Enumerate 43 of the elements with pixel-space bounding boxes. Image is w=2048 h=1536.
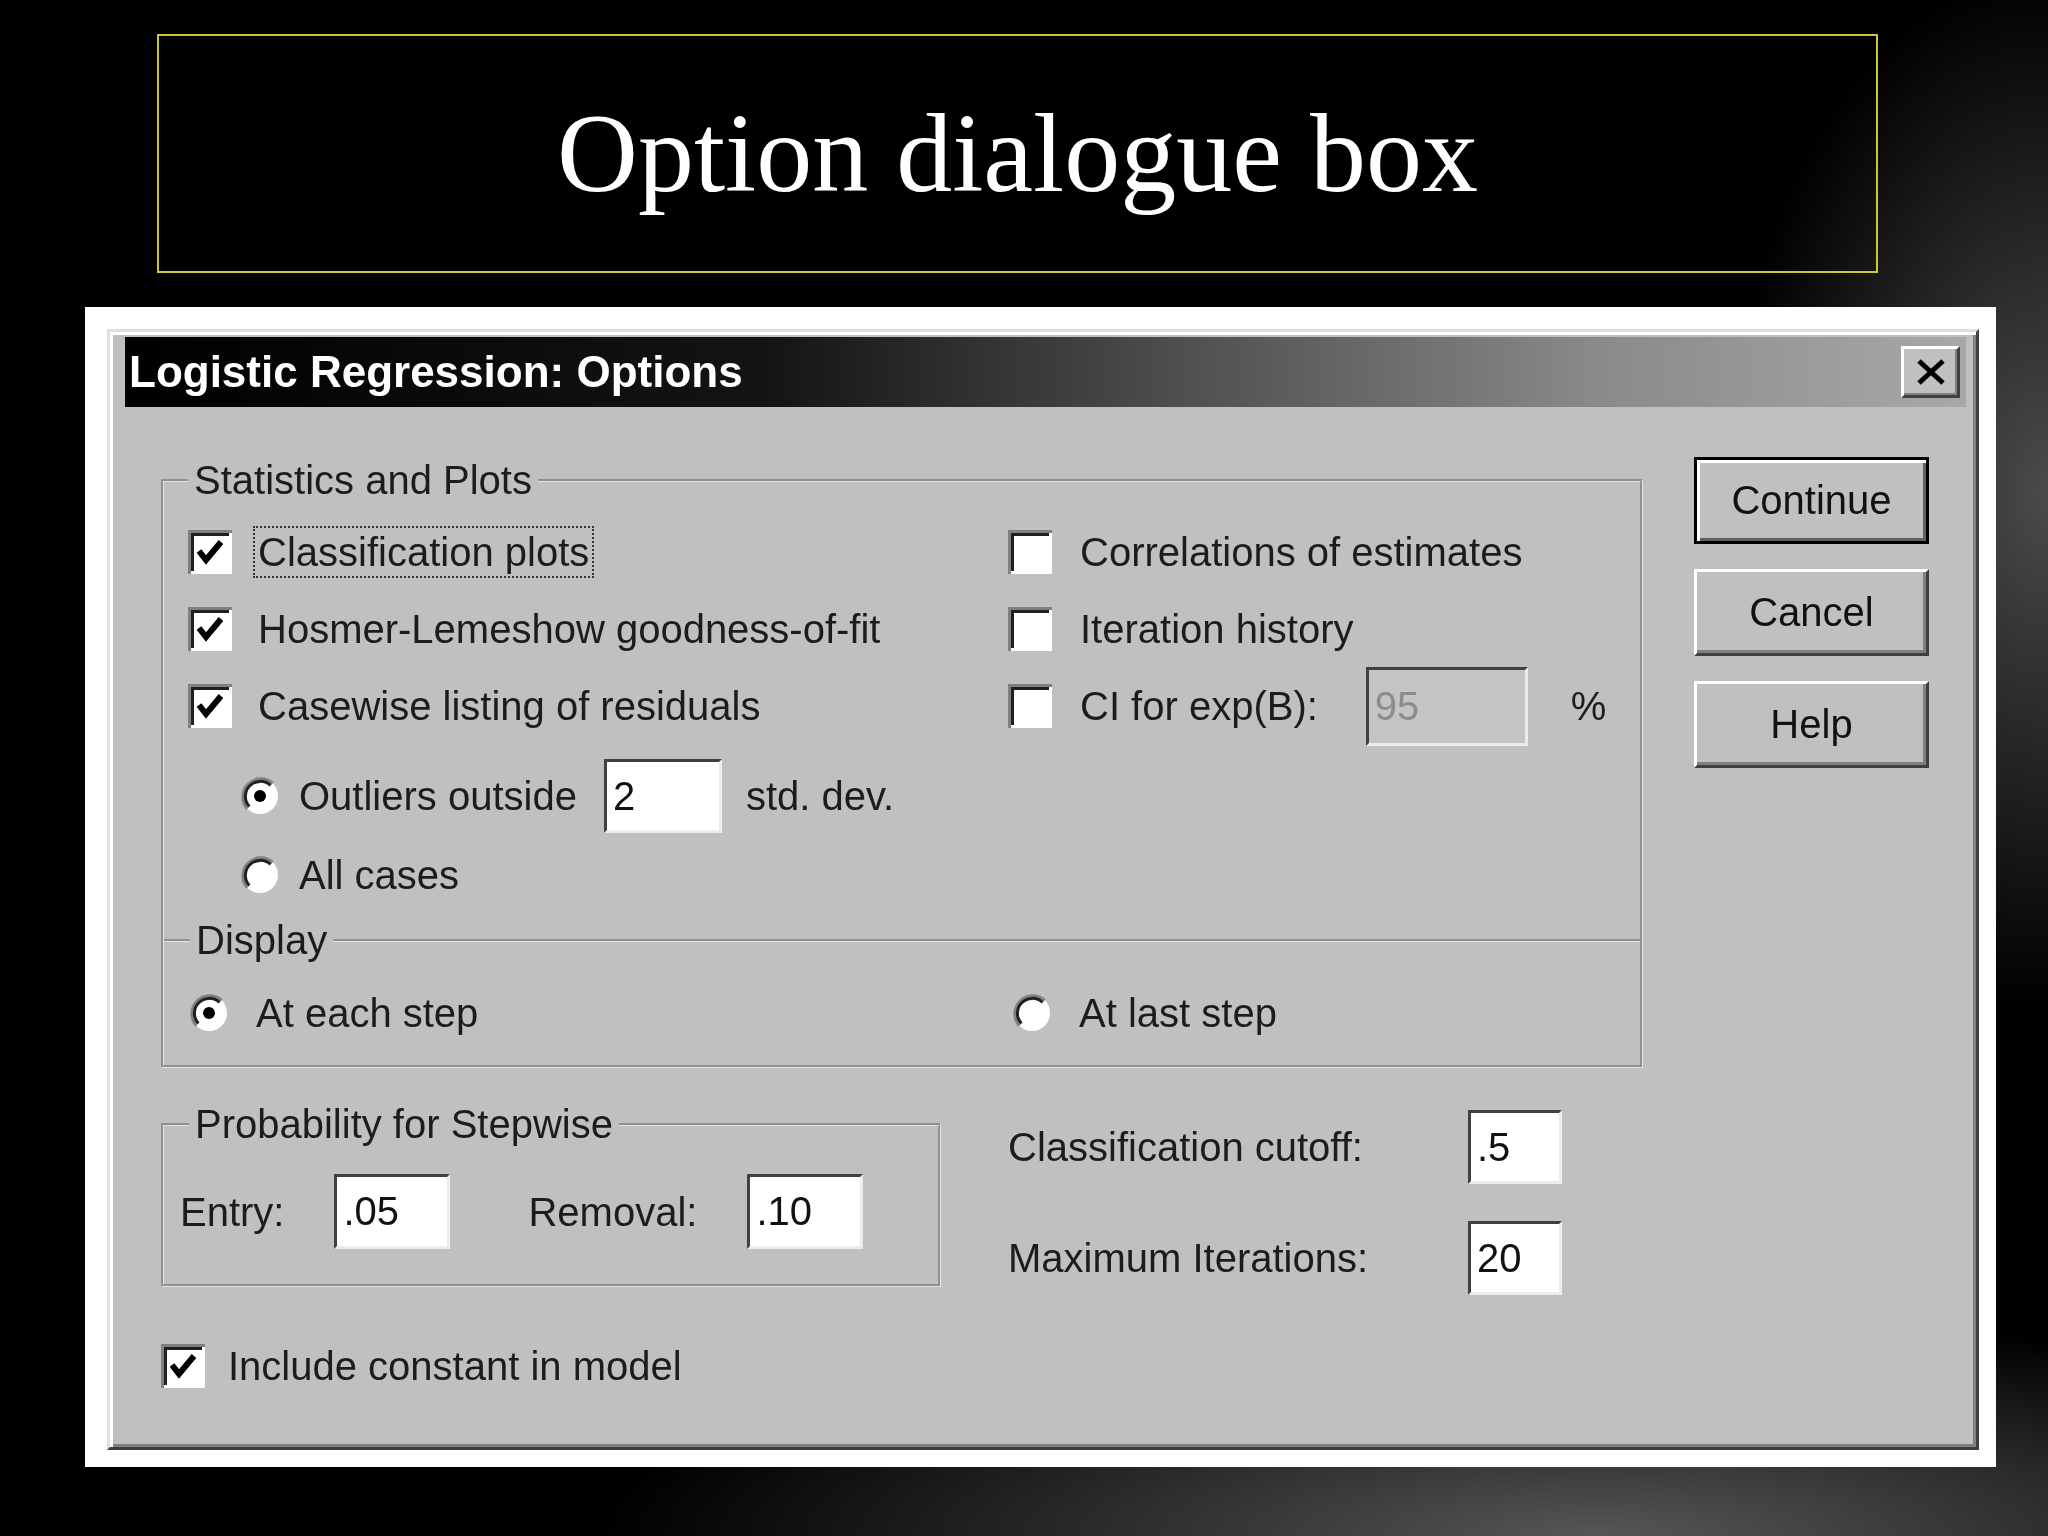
checkbox[interactable] [1008, 530, 1052, 574]
checkbox[interactable] [1008, 607, 1052, 651]
checkbox-label[interactable]: Iteration history [1075, 603, 1359, 655]
group-label: Statistics and Plots [193, 457, 533, 503]
radio-button[interactable] [189, 993, 229, 1033]
radio-button[interactable] [240, 776, 280, 816]
group-label: Display [195, 917, 329, 963]
checkbox[interactable] [188, 530, 232, 574]
checkbox-label[interactable]: Include constant in model [223, 1340, 687, 1392]
field-label: Classification cutoff: [1008, 1124, 1364, 1171]
field-label: Entry: [180, 1188, 285, 1236]
slide-title: Option dialogue box [557, 90, 1478, 218]
checkbox[interactable] [188, 607, 232, 651]
radio-button[interactable] [1012, 993, 1052, 1033]
checkbox-label[interactable]: Correlations of estimates [1075, 526, 1528, 578]
close-button[interactable] [1901, 346, 1960, 398]
dialog-button[interactable]: Cancel [1694, 569, 1929, 656]
text-field[interactable]: .05 [334, 1174, 451, 1249]
dialog-button[interactable]: Continue [1694, 457, 1929, 544]
radio-button[interactable] [240, 855, 280, 895]
dialog-button[interactable]: Help [1694, 681, 1929, 768]
field-label: Maximum Iterations: [1008, 1235, 1370, 1282]
unit-label: % [1570, 683, 1607, 729]
field-label: Removal: [528, 1188, 698, 1236]
checkbox[interactable] [1008, 684, 1052, 728]
group-label: Probability for Stepwise [194, 1101, 614, 1147]
unit-label: std. dev. [745, 773, 895, 819]
checkbox[interactable] [161, 1344, 205, 1388]
checkbox-label[interactable]: Casewise listing of residuals [253, 680, 766, 732]
checkbox-label[interactable]: Hosmer-Lemeshow goodness-of-fit [253, 603, 886, 655]
radio-label[interactable]: At last step [1074, 987, 1282, 1039]
text-field[interactable]: 2 [603, 759, 722, 833]
window-title: Logistic Regression: Options [129, 345, 743, 398]
text-field[interactable]: 20 [1468, 1221, 1562, 1295]
radio-label[interactable]: At each step [251, 987, 484, 1039]
checkbox-label[interactable]: Classification plots [253, 526, 595, 578]
radio-label[interactable]: Outliers outside [294, 770, 582, 822]
radio-label[interactable]: All cases [294, 849, 465, 901]
close-icon [1915, 359, 1946, 385]
checkbox-label[interactable]: CI for exp(B): [1075, 680, 1323, 732]
text-field[interactable]: .10 [747, 1174, 864, 1249]
checkbox[interactable] [188, 684, 232, 728]
text-field[interactable]: .5 [1468, 1110, 1562, 1184]
